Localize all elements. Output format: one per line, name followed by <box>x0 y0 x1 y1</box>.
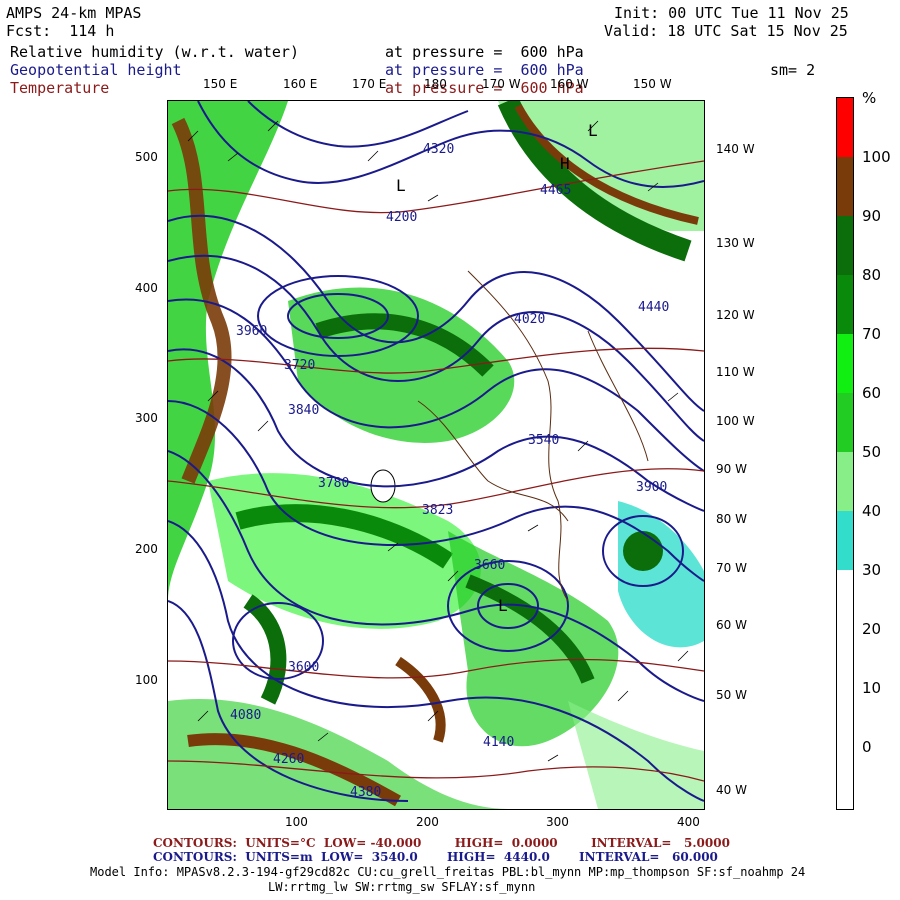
left-tick: 300 <box>135 411 158 425</box>
valid-time: Valid: 18 UTC Sat 15 Nov 25 <box>604 22 848 40</box>
colorbar-unit: % <box>862 89 877 107</box>
height-label-3960: 3960 <box>236 324 267 339</box>
height-label-3540: 3540 <box>528 433 559 448</box>
bottom-tick: 200 <box>416 815 439 829</box>
colorbar-segment <box>837 216 853 275</box>
right-tick: 80 W <box>716 512 747 526</box>
weather-map: 4320 4200 4140 4080 3960 3900 3840 3780 … <box>167 96 705 810</box>
colorbar-label: 20 <box>862 620 882 638</box>
colorbar-label: 90 <box>862 207 882 225</box>
field-height-name: Geopotential height <box>10 61 182 79</box>
colorbar-label: 50 <box>862 443 882 461</box>
map-plot: 4320 4200 4140 4080 3960 3900 3840 3780 … <box>167 96 705 809</box>
colorbar-label: 40 <box>862 502 882 520</box>
field-temp-name: Temperature <box>10 79 110 97</box>
right-tick: 60 W <box>716 618 747 632</box>
low-center-label: L <box>588 121 598 140</box>
temperature-contours <box>167 160 705 782</box>
high-center-label: H <box>560 154 570 173</box>
model-info-line2: LW:rrtmg_lw SW:rrtmg_sw SFLAY:sf_mynn <box>268 880 536 894</box>
height-label-4380: 4380 <box>350 785 381 800</box>
low-center-label: L <box>498 596 508 615</box>
colorbar-segment <box>837 334 853 393</box>
height-label-3720: 3720 <box>284 358 315 373</box>
right-tick: 120 W <box>716 308 755 322</box>
top-tick: 170 W <box>482 77 521 91</box>
field-rh-level: at pressure = 600 hPa <box>385 43 584 61</box>
colorbar-label: 30 <box>862 561 882 579</box>
height-label-4465: 4465 <box>540 183 571 198</box>
bottom-tick: 300 <box>546 815 569 829</box>
height-label-3823: 3823 <box>422 503 453 518</box>
right-tick: 90 W <box>716 462 747 476</box>
right-tick: 70 W <box>716 561 747 575</box>
height-label-3900: 3900 <box>636 480 667 495</box>
left-tick: 500 <box>135 150 158 164</box>
right-tick: 40 W <box>716 783 747 797</box>
height-label-4140: 4140 <box>483 735 514 750</box>
height-label-4020: 4020 <box>514 312 545 327</box>
bottom-tick: 400 <box>677 815 700 829</box>
right-tick: 50 W <box>716 688 747 702</box>
smoothing-label: sm= 2 <box>770 61 816 79</box>
colorbar-segment <box>837 570 853 809</box>
colorbar-label: 10 <box>862 679 882 697</box>
top-tick: 160 E <box>283 77 318 91</box>
left-tick: 200 <box>135 542 158 556</box>
colorbar-label: 0 <box>862 738 872 756</box>
left-tick: 100 <box>135 673 158 687</box>
field-rh-name: Relative humidity (w.r.t. water) <box>10 43 299 61</box>
height-contour-info: CONTOURS: UNITS=m LOW= 3540.0 HIGH= 4440… <box>153 850 718 864</box>
bottom-tick: 100 <box>285 815 308 829</box>
right-tick: 100 W <box>716 414 755 428</box>
humidity-colorbar <box>836 97 854 810</box>
right-tick: 130 W <box>716 236 755 250</box>
forecast-hour: Fcst: 114 h <box>6 22 115 40</box>
top-tick: 150 W <box>633 77 672 91</box>
colorbar-label: 70 <box>862 325 882 343</box>
colorbar-segment <box>837 98 853 157</box>
height-label-4080: 4080 <box>230 708 261 723</box>
height-label-4260: 4260 <box>273 752 304 767</box>
height-label-3840: 3840 <box>288 403 319 418</box>
top-tick: 150 E <box>203 77 238 91</box>
left-tick: 400 <box>135 281 158 295</box>
colorbar-segment <box>837 393 853 452</box>
colorbar-label: 80 <box>862 266 882 284</box>
low-center-label: L <box>396 176 406 195</box>
colorbar-segment <box>837 452 853 511</box>
colorbar-label: 100 <box>862 148 891 166</box>
model-title: AMPS 24-km MPAS <box>6 4 142 22</box>
colorbar-segment <box>837 157 853 216</box>
colorbar-label: 60 <box>862 384 882 402</box>
top-tick: 160 W <box>550 77 589 91</box>
height-label-3660: 3660 <box>474 558 505 573</box>
height-label-3780: 3780 <box>318 476 349 491</box>
temperature-contour-info: CONTOURS: UNITS=°C LOW= -40.000 HIGH= 0.… <box>153 836 730 850</box>
model-info-line1: Model Info: MPASv8.2.3-194-gf29cd82c CU:… <box>90 865 806 879</box>
colorbar-segment <box>837 275 853 334</box>
top-tick: 170 E <box>352 77 387 91</box>
init-time: Init: 00 UTC Tue 11 Nov 25 <box>614 4 849 22</box>
colorbar-segment <box>837 511 853 570</box>
height-label-4320: 4320 <box>423 142 454 157</box>
right-tick: 140 W <box>716 142 755 156</box>
height-label-4200: 4200 <box>386 210 417 225</box>
top-tick: 180 <box>424 77 447 91</box>
height-label-4440: 4440 <box>638 300 669 315</box>
right-tick: 110 W <box>716 365 755 379</box>
height-label-3600: 3600 <box>288 660 319 675</box>
